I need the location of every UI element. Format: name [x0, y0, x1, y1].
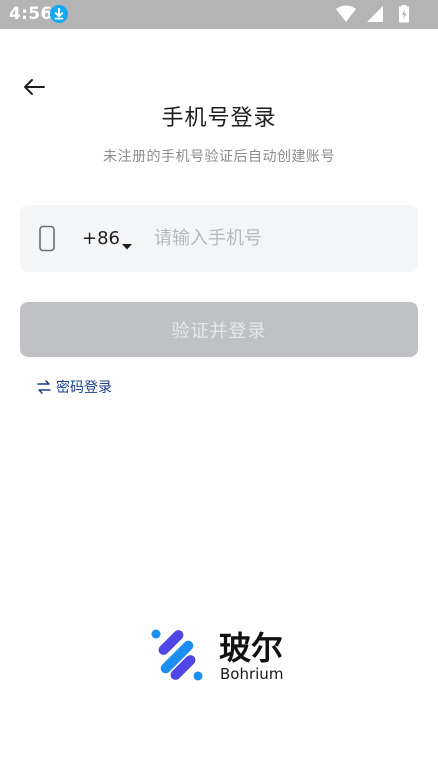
- arrow-left-icon[interactable]: [22, 77, 46, 97]
- page-title: 手机号登录: [161, 106, 277, 131]
- phone-input[interactable]: [154, 220, 404, 256]
- bohrium-logo-icon: [150, 628, 204, 682]
- verify-login-button[interactable]: 验证并登录: [20, 302, 418, 357]
- caret-down-icon: [121, 236, 133, 250]
- phone-icon: [38, 225, 58, 253]
- country-code-value: +86: [82, 228, 120, 249]
- brand: 玻尔 Bohrium: [150, 625, 300, 685]
- brand-name-en: Bohrium: [220, 665, 284, 683]
- swap-icon: [37, 379, 51, 395]
- wifi-icon: [336, 5, 356, 22]
- password-login-label: 密码登录: [56, 380, 112, 396]
- battery-icon: [399, 5, 409, 23]
- status-bar: 4:56: [0, 0, 438, 29]
- brand-name-cn: 玻尔: [219, 629, 284, 667]
- status-time: 4:56: [9, 4, 53, 24]
- download-icon: [50, 5, 68, 23]
- signal-icon: [367, 6, 383, 22]
- page-subtitle: 未注册的手机号验证后自动创建账号: [103, 149, 335, 165]
- phone-input-row: +86: [20, 205, 418, 272]
